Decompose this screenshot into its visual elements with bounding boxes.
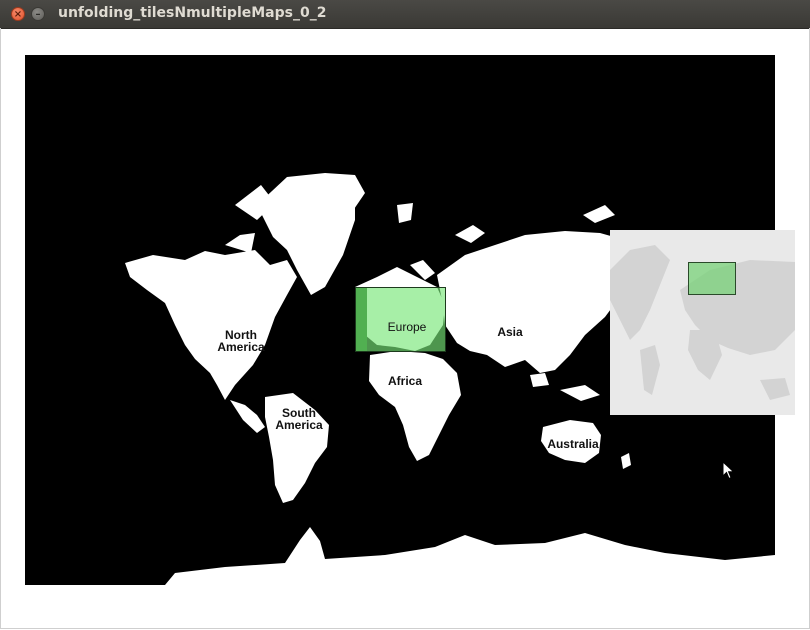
window-title: unfolding_tilesNmultipleMaps_0_2 [58,5,327,21]
overview-viewport-box[interactable] [688,262,736,295]
overview-land [610,245,795,400]
label-asia: Asia [497,325,523,339]
minimize-icon[interactable]: – [31,7,45,21]
label-australia: Australia [547,437,599,451]
overview-map[interactable] [610,230,795,415]
label-north-america: North America [217,328,265,354]
label-africa: Africa [387,374,422,388]
label-south-america: South America [275,406,323,432]
arrow-pointer-icon [722,460,736,485]
window-titlebar: × – unfolding_tilesNmultipleMaps_0_2 [0,0,810,29]
close-icon[interactable]: × [11,7,25,21]
label-europe: Europe [387,320,427,334]
